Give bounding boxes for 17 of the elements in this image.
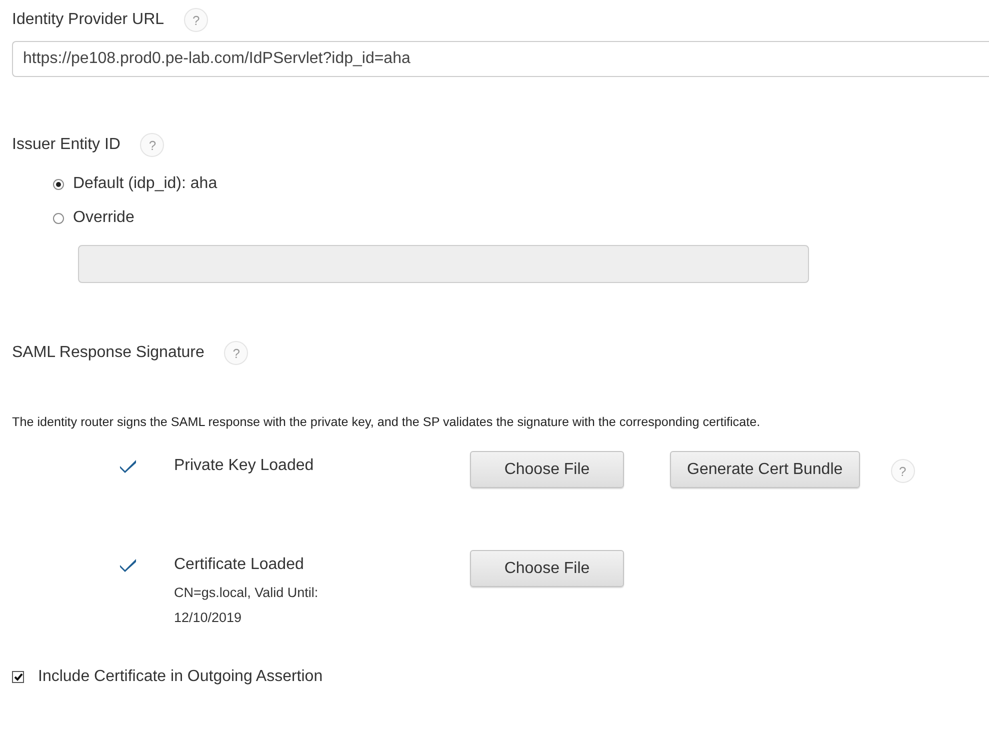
checkbox[interactable] [12,671,24,683]
field-label: Identity Provider URL [12,11,164,29]
description-text: The identity router signs the SAML response with the private key, and the SP validates the signature with the corresponding certificate. [12,415,762,429]
radio-label: Default (idp_id): aha [73,175,218,193]
choose-file-button[interactable]: Choose File [470,451,624,488]
certificate-details: CN=gs.local, Valid Until: 12/10/2019 [174,584,320,627]
field-label: SAML Response Signature [12,344,204,362]
status-label: Certificate Loaded [174,556,305,574]
url-field[interactable]: https://pe108.prod0.pe-lab.com/IdPServlet?idp_id=aha [12,41,989,77]
generate-button[interactable]: Generate Cert Bundle [670,451,860,488]
checkbox-label: Include Certificate in Outgoing Assertion [38,668,323,686]
choose-file-button[interactable]: Choose File [470,550,624,587]
radio-label: Override [73,209,134,227]
radio-button[interactable] [53,212,64,224]
radio-button[interactable] [53,178,64,190]
status-label: Private Key Loaded [174,457,315,475]
field-label: Issuer Entity ID [12,136,120,154]
